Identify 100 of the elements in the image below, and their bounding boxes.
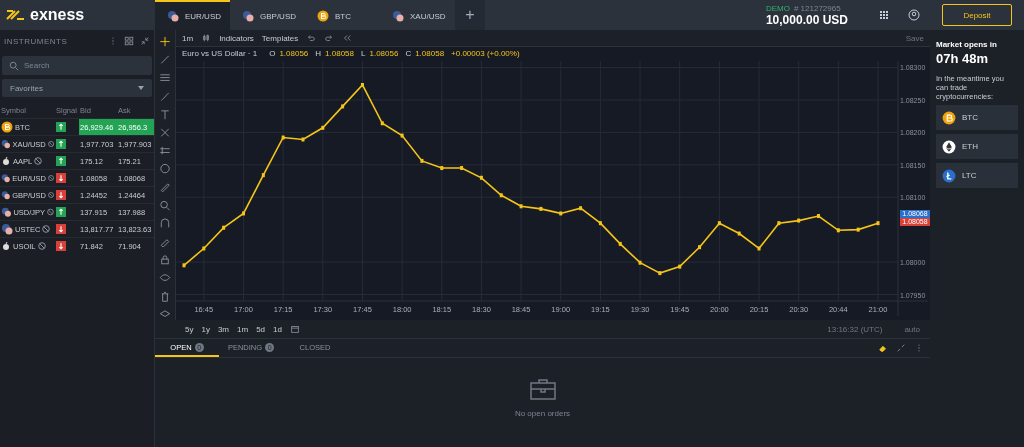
briefcase-icon [528, 377, 557, 401]
price-point [202, 246, 206, 251]
chart-title: Euro vs US Dollar · 1 [182, 49, 258, 59]
logo-icon [6, 10, 26, 20]
price-point [559, 211, 563, 216]
flag-icon [1, 189, 11, 201]
ethereum-icon [942, 139, 956, 154]
rewind-icon[interactable] [342, 33, 353, 43]
crypto-card[interactable]: LTC [936, 163, 1018, 188]
search-icon[interactable] [9, 61, 19, 71]
favorites-dropdown[interactable]: Favorites [2, 79, 152, 97]
range-button[interactable]: 1d [273, 324, 282, 334]
layers-icon[interactable] [159, 308, 171, 320]
price-point [420, 158, 424, 163]
ohlc-label: H [315, 49, 322, 59]
coin-icon [317, 10, 329, 22]
apps-icon[interactable] [878, 9, 890, 21]
brush-icon[interactable] [159, 90, 171, 102]
countdown: 07h 48m [936, 51, 990, 66]
range-button[interactable]: 5y [185, 324, 194, 334]
ohlc-value: 1.08058 [415, 49, 445, 59]
add-tab-button[interactable]: + [455, 0, 485, 30]
trash-icon[interactable] [159, 290, 171, 302]
instrument-tab[interactable]: EUR/USD [155, 0, 230, 30]
empty-message: No open orders [514, 409, 571, 418]
interval-button[interactable]: 1m [182, 33, 194, 43]
price-point [797, 218, 801, 223]
search-field[interactable]: Search [2, 56, 152, 75]
price-point [380, 121, 384, 126]
crosshair-icon[interactable] [159, 36, 171, 48]
caret-icon [138, 86, 144, 90]
price-point [301, 137, 305, 142]
redo-icon[interactable] [324, 33, 335, 43]
price-point [519, 204, 523, 209]
ohlc-label: C [405, 49, 412, 59]
market-title: Market opens in [936, 40, 998, 49]
price-point [717, 221, 721, 226]
logo-text: exness [30, 6, 85, 24]
flag-icon [1, 223, 13, 235]
price-point [678, 264, 682, 269]
save-button[interactable]: Save [905, 33, 924, 43]
flag-icon [1, 172, 11, 184]
price-point [658, 271, 662, 276]
account-number: # 121272965 [793, 3, 841, 13]
price-point [281, 135, 285, 140]
range-button[interactable]: 1m [237, 324, 249, 334]
auto-scale-button[interactable]: auto [904, 324, 920, 334]
eye-icon[interactable] [159, 272, 171, 284]
price-point [598, 221, 602, 226]
price-point [579, 206, 583, 211]
lines-icon[interactable] [159, 145, 171, 157]
account-balance[interactable]: 10,000.00 USD [765, 12, 848, 27]
magnet-icon[interactable] [159, 217, 171, 230]
ohlc-label: L [361, 49, 366, 59]
coin-icon [1, 121, 13, 133]
pencil-icon[interactable] [159, 236, 171, 248]
flag-icon [392, 10, 404, 22]
price-point [261, 173, 265, 178]
price-point [777, 221, 781, 226]
indicators-button[interactable]: Indicators [219, 33, 254, 43]
deposit-button[interactable]: Deposit [942, 4, 1012, 26]
undo-icon[interactable] [306, 33, 317, 43]
crypto-symbol: LTC [962, 171, 977, 180]
flag-icon [1, 206, 12, 218]
zoom-icon[interactable] [159, 199, 171, 211]
profile-icon[interactable] [908, 9, 920, 21]
lines-icon[interactable] [159, 72, 171, 84]
templates-button[interactable]: Templates [261, 33, 299, 43]
line-icon[interactable] [159, 54, 171, 66]
range-button[interactable]: 3m [217, 324, 230, 334]
crypto-symbol: ETH [962, 142, 978, 151]
ohlc-value: 1.08058 [325, 49, 354, 59]
price-point [400, 133, 404, 138]
crypto-symbol: BTC [962, 113, 978, 122]
ohlc-label: O [269, 49, 276, 59]
calendar-icon[interactable] [289, 324, 300, 334]
bitcoin-icon [942, 110, 956, 125]
candles-icon[interactable] [201, 33, 212, 43]
apple-icon [1, 241, 11, 251]
clock-time: 13:16:32 (UTC) [827, 324, 883, 334]
price-point [698, 245, 702, 250]
price-point [479, 175, 483, 180]
crypto-card[interactable]: BTC [936, 105, 1018, 130]
range-button[interactable]: 1y [201, 324, 210, 334]
price-point [817, 214, 820, 219]
price-point [341, 104, 345, 109]
grid-icon[interactable] [124, 36, 134, 46]
price-point [836, 228, 840, 233]
price-change: +0.00003 (+0.00%) [451, 49, 520, 59]
range-button[interactable]: 5d [256, 324, 266, 334]
price-point [856, 227, 860, 232]
price-point [499, 193, 503, 198]
text-icon[interactable] [159, 108, 171, 120]
price-point [321, 125, 325, 130]
price-point [539, 206, 543, 211]
price-point [222, 225, 226, 230]
lock-icon[interactable] [159, 254, 171, 266]
crypto-card[interactable]: ETH [936, 134, 1018, 159]
ruler-icon[interactable] [159, 181, 171, 193]
flag-icon [242, 10, 254, 22]
